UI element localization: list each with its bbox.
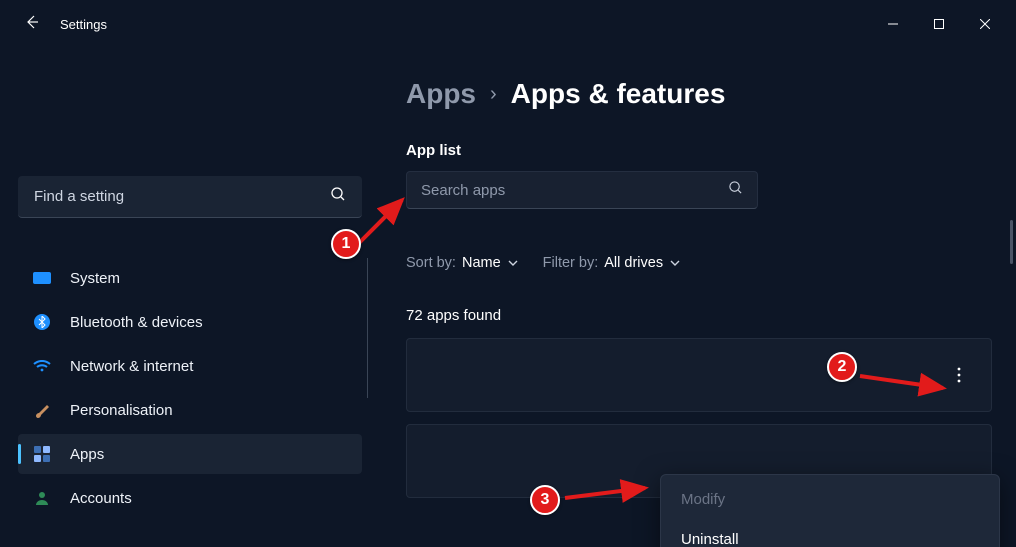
context-menu-label: Modify <box>681 491 725 508</box>
minimize-button[interactable] <box>870 8 916 40</box>
sort-label: Sort by: <box>406 255 456 271</box>
find-setting-placeholder: Find a setting <box>34 188 124 205</box>
window-title: Settings <box>60 17 107 32</box>
find-setting-input[interactable]: Find a setting <box>18 176 362 218</box>
section-label: App list <box>406 142 992 159</box>
maximize-button[interactable] <box>916 8 962 40</box>
brush-icon <box>32 400 52 420</box>
bluetooth-icon <box>32 312 52 332</box>
sidebar-item-label: Bluetooth & devices <box>70 314 203 331</box>
scrollbar-thumb[interactable] <box>1010 220 1013 264</box>
filter-value: All drives <box>604 255 663 271</box>
main-content: Apps › Apps & features App list Search a… <box>370 48 1016 547</box>
sidebar-item-system[interactable]: System <box>18 258 362 298</box>
sidebar-divider <box>367 258 368 398</box>
nav-list: System Bluetooth & devices Network & int… <box>18 258 362 518</box>
sidebar-item-label: Network & internet <box>70 358 193 375</box>
app-row[interactable] <box>406 338 992 412</box>
breadcrumb-parent[interactable]: Apps <box>406 78 476 110</box>
sidebar-item-apps[interactable]: Apps <box>18 434 362 474</box>
app-context-menu: Modify Uninstall <box>660 474 1000 547</box>
chevron-down-icon <box>669 257 681 269</box>
search-icon <box>728 180 743 200</box>
sidebar-item-personalisation[interactable]: Personalisation <box>18 390 362 430</box>
wifi-icon <box>32 356 52 376</box>
context-menu-label: Uninstall <box>681 531 739 547</box>
back-icon[interactable] <box>24 14 40 35</box>
chevron-down-icon <box>507 257 519 269</box>
search-icon <box>330 186 346 207</box>
chevron-right-icon: › <box>490 83 497 106</box>
breadcrumb-current: Apps & features <box>511 78 726 110</box>
filter-by-dropdown[interactable]: Filter by: All drives <box>543 255 681 271</box>
sidebar-item-label: Personalisation <box>70 402 173 419</box>
account-icon <box>32 488 52 508</box>
close-button[interactable] <box>962 8 1008 40</box>
monitor-icon <box>32 268 52 288</box>
sidebar-item-label: Apps <box>70 446 104 463</box>
sidebar-item-network[interactable]: Network & internet <box>18 346 362 386</box>
apps-count: 72 apps found <box>406 307 992 324</box>
sidebar-item-accounts[interactable]: Accounts <box>18 478 362 518</box>
filter-label: Filter by: <box>543 255 599 271</box>
sidebar: Find a setting System Bluetooth & device… <box>0 48 370 547</box>
kebab-icon <box>957 367 961 383</box>
sidebar-item-label: Accounts <box>70 490 132 507</box>
sidebar-item-label: System <box>70 270 120 287</box>
sort-value: Name <box>462 255 501 271</box>
context-menu-modify: Modify <box>665 479 995 519</box>
search-apps-placeholder: Search apps <box>421 182 505 199</box>
titlebar: Settings <box>0 0 1016 48</box>
search-apps-input[interactable]: Search apps <box>406 171 758 209</box>
breadcrumb: Apps › Apps & features <box>406 78 992 110</box>
apps-icon <box>32 444 52 464</box>
sidebar-item-bluetooth[interactable]: Bluetooth & devices <box>18 302 362 342</box>
context-menu-uninstall[interactable]: Uninstall <box>665 519 995 547</box>
app-more-button[interactable] <box>949 361 969 389</box>
sort-by-dropdown[interactable]: Sort by: Name <box>406 255 519 271</box>
